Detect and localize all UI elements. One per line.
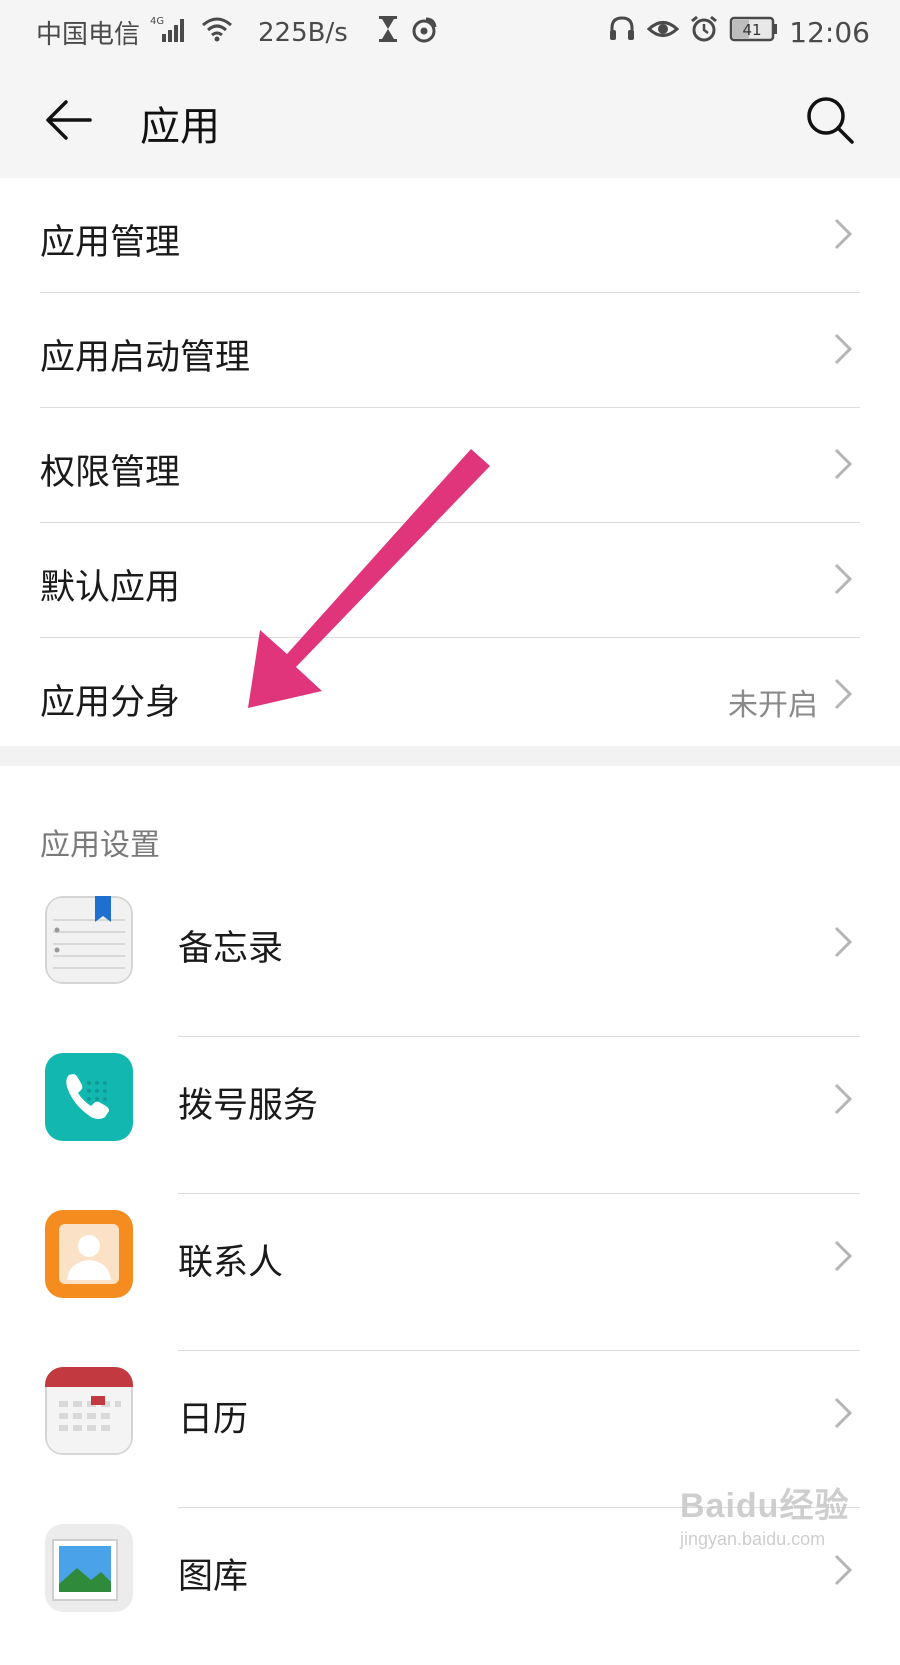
network-speed: 225B/s — [258, 17, 348, 48]
app-item-dialer[interactable]: 拨号服务 — [0, 1037, 900, 1194]
app-label: 图库 — [178, 1557, 249, 1597]
search-button[interactable] — [802, 92, 858, 148]
back-button[interactable] — [40, 92, 96, 148]
hourglass-icon — [376, 14, 400, 51]
menu-item-app-launch-management[interactable]: 应用启动管理 — [40, 293, 860, 408]
clock: 12:06 — [789, 16, 870, 49]
menu-item-label: 应用管理 — [40, 223, 181, 263]
status-left: 中国电信 4G 225B/s — [36, 14, 438, 51]
wifi-icon — [200, 14, 234, 51]
watermark-main: Baidu经验 — [680, 1487, 850, 1525]
headset-icon — [607, 14, 637, 51]
app-item-contacts[interactable]: 联系人 — [0, 1194, 900, 1351]
eye-icon — [647, 14, 680, 51]
chevron-right-icon — [834, 1240, 853, 1272]
battery-icon: 41 — [729, 14, 779, 51]
menu-item-permission-management[interactable]: 权限管理 — [40, 408, 860, 523]
menu-item-app-twin[interactable]: 应用分身 未开启 — [40, 638, 860, 752]
gallery-icon — [45, 1524, 133, 1612]
section-divider — [0, 746, 900, 766]
chevron-right-icon — [834, 678, 853, 710]
app-twin-status: 未开启 — [728, 688, 818, 723]
carrier-label: 中国电信 — [36, 20, 141, 50]
chevron-right-icon — [834, 218, 853, 250]
app-label: 联系人 — [178, 1243, 284, 1283]
status-right: 41 12:06 — [607, 14, 870, 51]
app-toolbar: 应用 — [0, 62, 900, 178]
chevron-right-icon — [834, 1554, 853, 1586]
menu-item-app-management[interactable]: 应用管理 — [40, 178, 860, 293]
phone-icon — [45, 1053, 133, 1141]
back-arrow-icon — [46, 100, 92, 140]
search-icon — [807, 97, 854, 144]
app-label: 备忘录 — [178, 929, 284, 969]
menu-item-label: 应用分身 — [40, 683, 181, 723]
menu-item-label: 应用启动管理 — [40, 338, 251, 378]
chevron-right-icon — [834, 1083, 853, 1115]
weibo-icon — [410, 14, 438, 51]
status-bar: 中国电信 4G 225B/s 41 12:06 — [0, 0, 900, 62]
battery-level: 41 — [743, 21, 762, 39]
app-menu-list: 应用管理 应用启动管理 权限管理 默认应用 应用分身 未开启 — [0, 178, 900, 752]
chevron-right-icon — [834, 563, 853, 595]
section-header-app-settings: 应用设置 — [40, 828, 160, 863]
menu-item-default-apps[interactable]: 默认应用 — [40, 523, 860, 638]
alarm-icon — [689, 14, 719, 51]
chevron-right-icon — [834, 333, 853, 365]
baidu-watermark: Baidu经验 jingyan.baidu.com — [680, 1478, 849, 1550]
chevron-right-icon — [834, 926, 853, 958]
notepad-icon — [45, 896, 133, 984]
contacts-icon — [45, 1210, 133, 1298]
page-title: 应用 — [140, 104, 220, 150]
menu-item-label: 默认应用 — [40, 568, 181, 608]
menu-item-label: 权限管理 — [40, 453, 181, 493]
signal-icon: 4G — [150, 14, 190, 51]
app-label: 拨号服务 — [178, 1086, 319, 1126]
chevron-right-icon — [834, 1397, 853, 1429]
calendar-icon — [45, 1367, 133, 1455]
app-label: 日历 — [178, 1400, 249, 1440]
chevron-right-icon — [834, 448, 853, 480]
network-type-label: 4G — [150, 16, 164, 27]
app-item-notepad[interactable]: 备忘录 — [0, 880, 900, 1037]
watermark-sub: jingyan.baidu.com — [680, 1529, 826, 1549]
